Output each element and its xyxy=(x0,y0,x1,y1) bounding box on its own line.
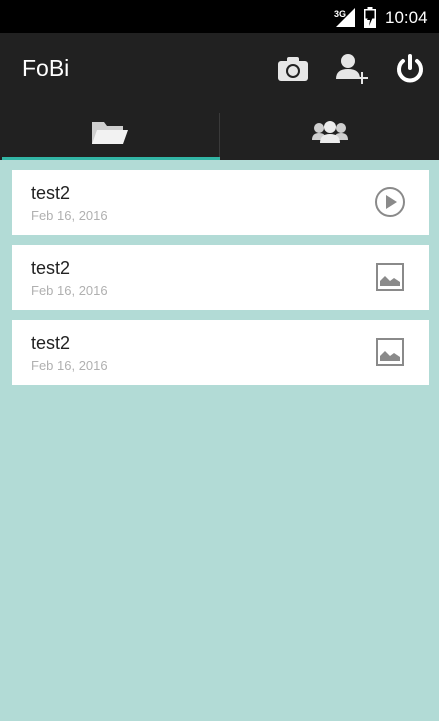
list-item[interactable]: test2 Feb 16, 2016 xyxy=(12,320,429,385)
item-date: Feb 16, 2016 xyxy=(31,358,108,373)
add-user-button[interactable] xyxy=(328,45,376,93)
clock: 10:04 xyxy=(385,8,428,27)
tab-bar xyxy=(0,103,439,160)
camera-button[interactable] xyxy=(269,45,317,93)
folder-open-icon xyxy=(91,121,128,144)
tab-indicator xyxy=(2,157,220,160)
file-list: test2 Feb 16, 2016 test2 Feb 16, 2016 te… xyxy=(12,170,429,395)
tab-groups[interactable] xyxy=(220,103,439,160)
power-button[interactable] xyxy=(386,45,434,93)
play-icon xyxy=(375,187,405,217)
image-icon xyxy=(376,263,404,291)
action-bar: FoBi xyxy=(0,33,439,103)
tab-files[interactable] xyxy=(0,103,219,160)
camera-icon xyxy=(278,57,308,81)
app-title: FoBi xyxy=(22,55,70,81)
item-date: Feb 16, 2016 xyxy=(31,283,108,298)
image-icon xyxy=(376,338,404,366)
item-name: test2 xyxy=(31,183,71,203)
list-item[interactable]: test2 Feb 16, 2016 xyxy=(12,170,429,235)
add-user-icon xyxy=(336,54,368,84)
list-item[interactable]: test2 Feb 16, 2016 xyxy=(12,245,429,310)
item-name: test2 xyxy=(31,258,71,278)
status-bar: 3G 10:04 xyxy=(0,0,439,33)
power-icon xyxy=(397,54,423,83)
item-date: Feb 16, 2016 xyxy=(31,208,108,223)
signal-icon xyxy=(336,8,355,27)
battery-icon xyxy=(364,7,376,28)
item-name: test2 xyxy=(31,333,71,353)
group-icon xyxy=(311,120,348,143)
